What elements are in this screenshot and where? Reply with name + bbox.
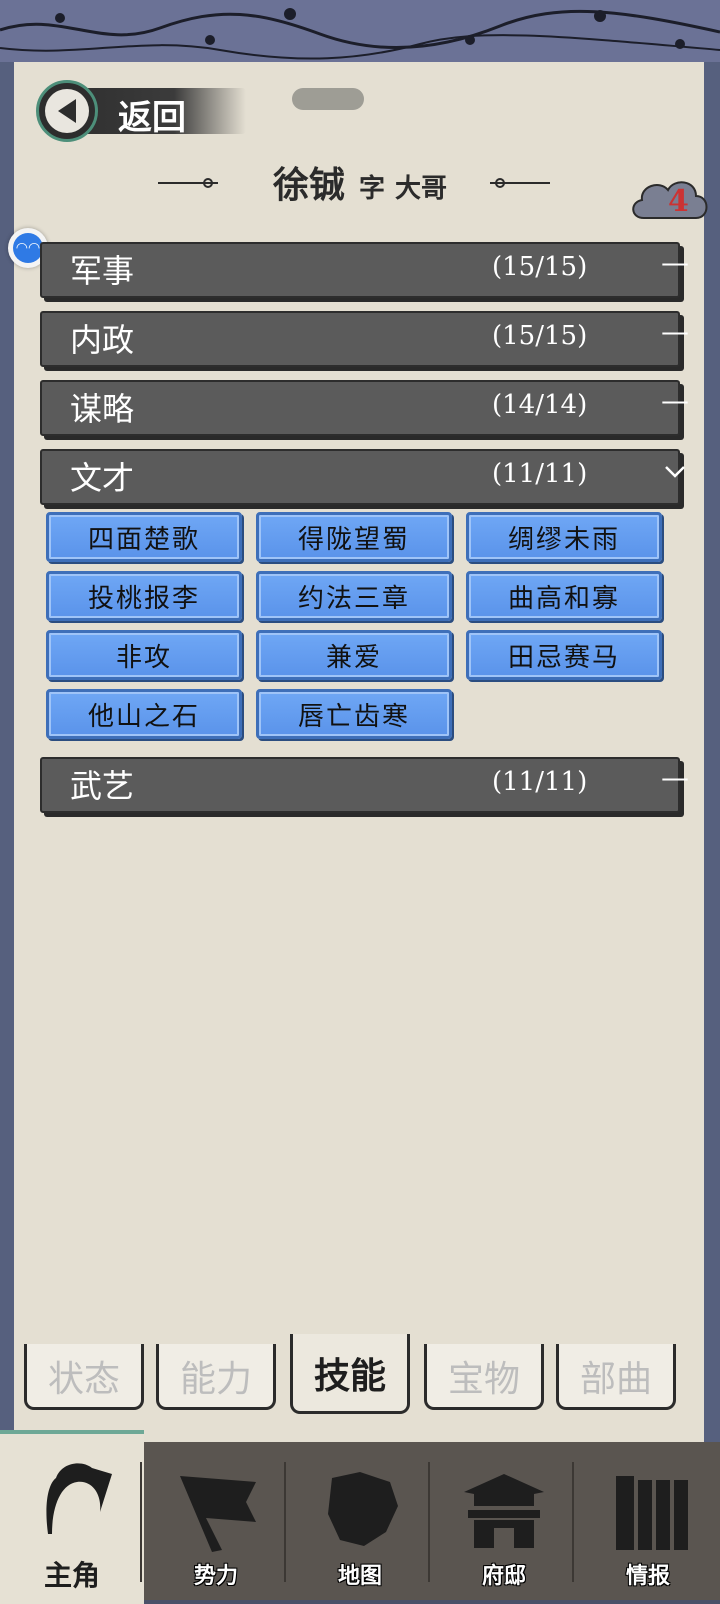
- character-name: 徐铖: [272, 164, 345, 206]
- category-count: (11/11): [492, 459, 588, 489]
- map-icon: [328, 1472, 398, 1546]
- detail-tabs: 状态 能力 技能 宝物 部曲: [14, 1330, 704, 1442]
- tab-skills[interactable]: 技能: [290, 1334, 410, 1414]
- floral-pattern: [0, 8, 720, 60]
- nav-intel[interactable]: 情报: [576, 1442, 720, 1600]
- title-ornament-left-icon: [158, 178, 218, 188]
- skill-button[interactable]: 他山之石: [46, 689, 242, 739]
- category-count: (15/15): [492, 252, 588, 282]
- skill-button[interactable]: 四面楚歌: [46, 512, 242, 562]
- nav-label: 情报: [625, 1563, 670, 1589]
- category-administration[interactable]: 内政 (15/15) —: [40, 311, 689, 367]
- category-military[interactable]: 军事 (15/15) —: [40, 242, 689, 298]
- category-label: 文才: [70, 459, 135, 497]
- zi-label: 字: [358, 174, 385, 204]
- back-label: 返回: [118, 98, 186, 138]
- badge-count: 4: [668, 184, 689, 219]
- skill-button[interactable]: 绸缪未雨: [466, 512, 662, 562]
- tab-ability[interactable]: 能力: [156, 1344, 276, 1410]
- back-button[interactable]: 返回: [36, 80, 246, 142]
- nav-label: 势力: [193, 1563, 238, 1589]
- nav-mansion[interactable]: 府邸: [432, 1442, 576, 1600]
- category-label: 军事: [70, 252, 135, 290]
- nav-label: 地图: [337, 1563, 382, 1589]
- bottom-navigation: 主角 势力 地图 府邸 情报: [0, 1430, 720, 1604]
- courtesy-name: 大哥: [395, 174, 448, 204]
- back-button-circle: [36, 80, 98, 142]
- status-pill: [292, 88, 364, 110]
- category-label: 谋略: [70, 390, 135, 428]
- category-label: 内政: [70, 321, 135, 359]
- category-strategy[interactable]: 谋略 (14/14) —: [40, 380, 689, 436]
- skill-button[interactable]: 唇亡齿寒: [256, 689, 452, 739]
- assistant-icon: ◠◠: [13, 233, 43, 263]
- back-arrow-icon: [58, 99, 76, 123]
- collapse-dash-icon: —: [661, 384, 689, 417]
- chevron-down-icon: [660, 457, 690, 497]
- nav-label: 主角: [43, 1559, 100, 1592]
- skill-button[interactable]: 兼爱: [256, 630, 452, 680]
- title-ornament-right-icon: [490, 178, 550, 188]
- nav-faction[interactable]: 势力: [144, 1442, 288, 1600]
- tab-status[interactable]: 状态: [24, 1344, 144, 1410]
- skill-button[interactable]: 田忌赛马: [466, 630, 662, 680]
- category-count: (14/14): [492, 390, 588, 420]
- category-count: (15/15): [492, 321, 588, 351]
- skill-button[interactable]: 投桃报李: [46, 571, 242, 621]
- nav-hero[interactable]: 主角: [0, 1430, 144, 1604]
- nav-label: 府邸: [481, 1563, 526, 1589]
- skill-button[interactable]: 得陇望蜀: [256, 512, 452, 562]
- category-label: 武艺: [70, 767, 135, 805]
- flag-icon: [180, 1476, 256, 1552]
- skill-button[interactable]: 曲高和寡: [466, 571, 662, 621]
- mansion-icon: [464, 1474, 544, 1548]
- collapse-dash-icon: —: [661, 246, 689, 279]
- hero-icon: [46, 1463, 112, 1534]
- nav-map[interactable]: 地图: [288, 1442, 432, 1600]
- character-title: 徐铖字大哥: [0, 156, 720, 208]
- category-literary[interactable]: 文才 (11/11): [40, 449, 685, 505]
- category-count: (11/11): [492, 767, 588, 797]
- skill-button[interactable]: 约法三章: [256, 571, 452, 621]
- skill-button[interactable]: 非攻: [46, 630, 242, 680]
- tab-treasure[interactable]: 宝物: [424, 1344, 544, 1410]
- tab-troops[interactable]: 部曲: [556, 1344, 676, 1410]
- collapse-dash-icon: —: [661, 315, 689, 348]
- collapse-dash-icon: —: [661, 761, 689, 794]
- notification-cloud-badge[interactable]: 4: [630, 174, 710, 230]
- scroll-icon: [616, 1476, 688, 1550]
- top-decorative-border: [0, 0, 720, 65]
- category-martial[interactable]: 武艺 (11/11) —: [40, 757, 689, 813]
